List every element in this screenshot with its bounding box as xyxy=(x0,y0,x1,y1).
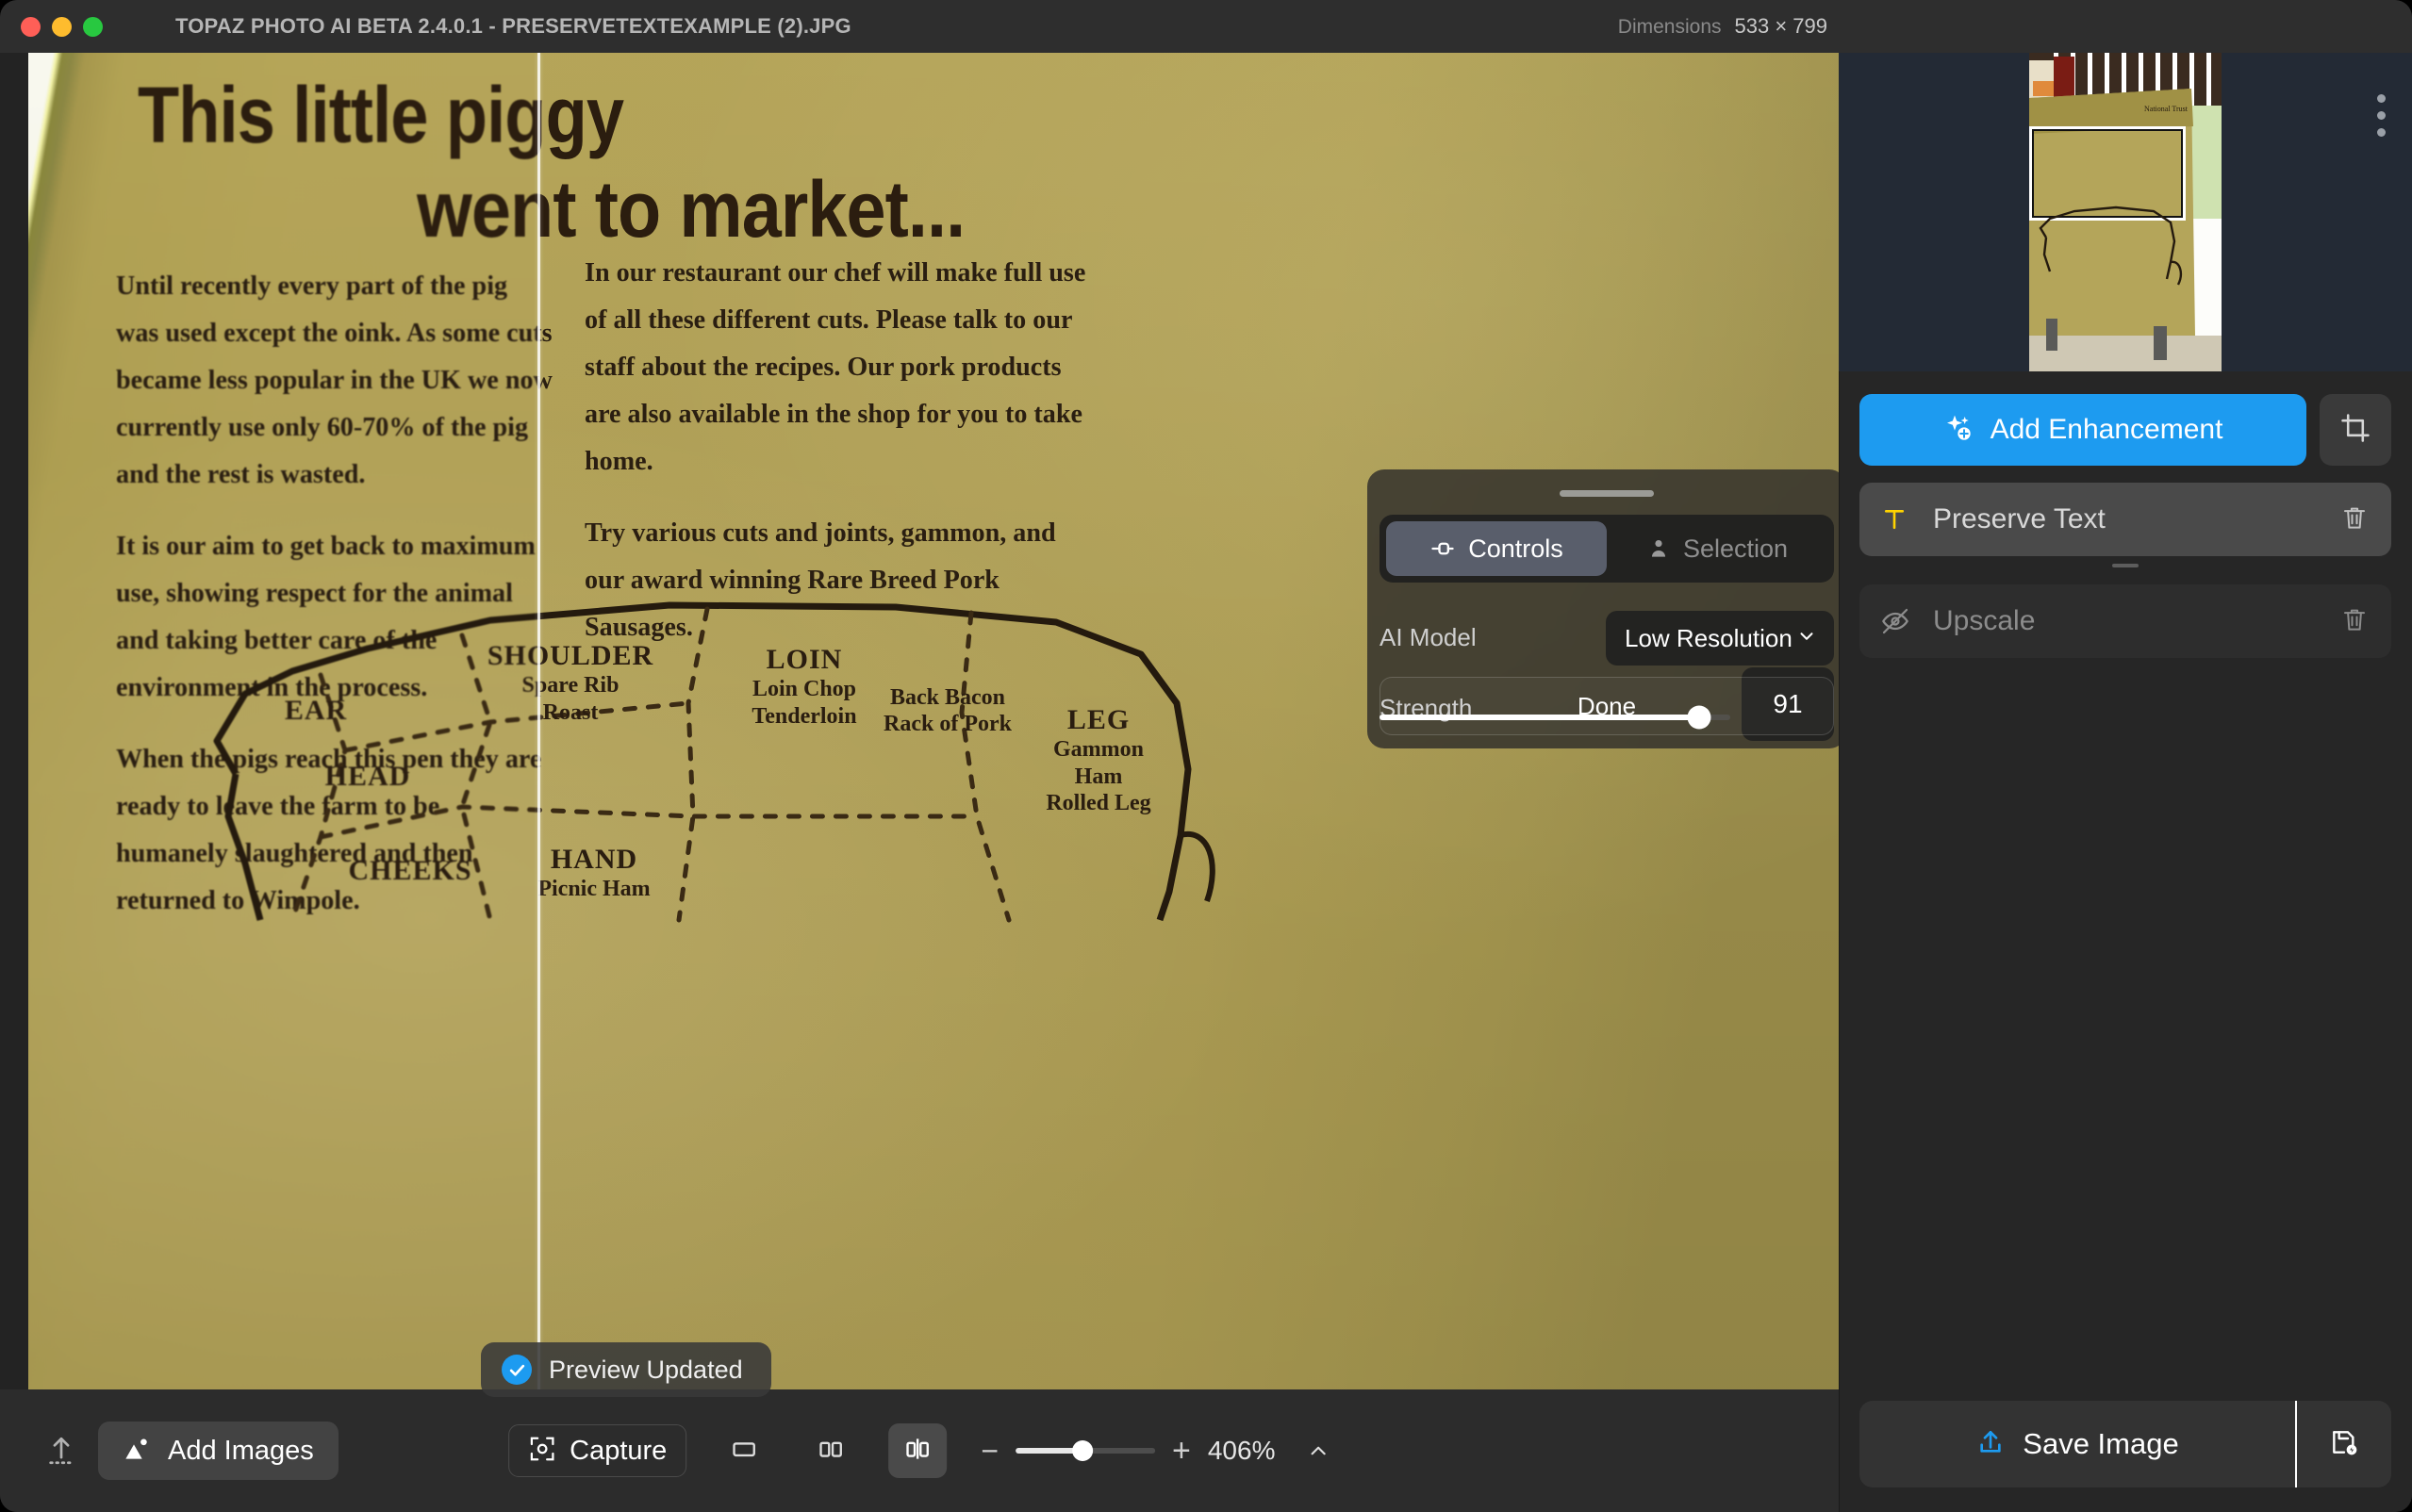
title-bar: TOPAZ PHOTO AI BETA 2.4.0.1 - PRESERVETE… xyxy=(0,0,2412,53)
enhancement-item-upscale[interactable]: Upscale xyxy=(1859,584,2391,658)
save-area: Save Image xyxy=(1839,1401,2412,1512)
upload-box-icon xyxy=(1975,1427,2006,1462)
zoom-percentage: 406% xyxy=(1207,1436,1276,1465)
close-window-button[interactable] xyxy=(21,16,41,37)
maximize-window-button[interactable] xyxy=(83,16,103,37)
enhancement-label: Upscale xyxy=(1933,605,2036,636)
tab-controls[interactable]: Controls xyxy=(1386,521,1607,576)
double-pane-icon xyxy=(817,1435,845,1468)
thumbnail-preview-area: National Trust xyxy=(1839,53,2412,371)
svg-text:National Trust: National Trust xyxy=(2144,105,2189,113)
enhancement-reorder-handle[interactable] xyxy=(2112,564,2139,567)
toolbar-center-group: Capture − + 406% xyxy=(508,1423,1330,1478)
toolbar-left-group: Add Images xyxy=(0,1422,339,1480)
enhancement-item-preserve-text[interactable]: Preserve Text xyxy=(1859,483,2391,556)
single-pane-icon xyxy=(730,1435,758,1468)
panel-drag-handle[interactable] xyxy=(1560,490,1654,497)
more-vertical-icon[interactable] xyxy=(2377,94,2386,137)
split-compare-icon xyxy=(903,1435,932,1468)
sparkle-plus-icon xyxy=(1943,413,1974,448)
zoom-control: − + 406% xyxy=(981,1435,1330,1467)
save-as-icon xyxy=(2329,1427,2359,1462)
view-mode-single[interactable] xyxy=(715,1423,773,1478)
view-mode-side-by-side[interactable] xyxy=(801,1423,860,1478)
chevron-up-icon[interactable] xyxy=(1306,1438,1330,1463)
person-selection-icon xyxy=(1646,536,1671,561)
trash-icon[interactable] xyxy=(2340,605,2369,638)
panel-tab-bar: Controls Selection xyxy=(1379,515,1834,583)
diagram-label-shoulder: SHOULDER Spare Rib Roast xyxy=(487,640,654,725)
topaz-photo-ai-window: TOPAZ PHOTO AI BETA 2.4.0.1 - PRESERVETE… xyxy=(0,0,2412,1512)
thumbnail-image: National Trust xyxy=(2029,53,2222,371)
enhancement-actions-row: Add Enhancement xyxy=(1859,394,2391,466)
toast-message: Preview Updated xyxy=(549,1355,743,1384)
text-t-icon xyxy=(1880,505,1922,534)
dimensions-readout: Dimensions 533 × 799 xyxy=(1618,14,1827,39)
crop-button[interactable] xyxy=(2320,394,2391,466)
add-images-label: Add Images xyxy=(168,1435,314,1466)
done-button[interactable]: Done xyxy=(1379,677,1834,735)
image-viewer[interactable]: This little piggy went to market... Unti… xyxy=(0,53,1839,1512)
window-title: TOPAZ PHOTO AI BETA 2.4.0.1 - PRESERVETE… xyxy=(175,14,851,38)
image-icon xyxy=(123,1434,153,1469)
diagram-label-hand: HAND Picnic Ham xyxy=(537,844,651,902)
crop-icon xyxy=(2339,412,2371,449)
sign-headline-1: This little piggy xyxy=(138,71,624,159)
zoom-out-button[interactable]: − xyxy=(981,1436,999,1466)
dimensions-label: Dimensions xyxy=(1617,16,1722,38)
eye-off-icon xyxy=(1880,606,1922,636)
diagram-label-leg: LEG Gammon Ham Rolled Leg xyxy=(1046,704,1151,816)
enhancements-area: Add Enhancement Preserve Text Upscale xyxy=(1839,371,2412,658)
preview-image[interactable]: This little piggy went to market... Unti… xyxy=(28,53,1839,1448)
panel-expand-arrow-icon[interactable] xyxy=(1835,503,1839,540)
preview-updated-toast: Preview Updated xyxy=(481,1342,771,1397)
ai-model-value: Low Resolution xyxy=(1625,623,1792,652)
window-traffic-lights xyxy=(0,16,103,37)
sign-photo-text: This little piggy went to market... Unti… xyxy=(28,53,1839,1448)
sign-paragraph: Until recently every part of the pig was… xyxy=(116,271,553,489)
zoom-in-button[interactable]: + xyxy=(1172,1435,1191,1467)
diagram-label-ear: EAR xyxy=(284,695,348,726)
bottom-toolbar: Add Images Capture − + 406% xyxy=(0,1389,1839,1512)
add-enhancement-button[interactable]: Add Enhancement xyxy=(1859,394,2306,466)
zoom-slider[interactable] xyxy=(1016,1440,1155,1461)
diagram-label-cheeks: CHEEKS xyxy=(348,855,472,886)
add-images-button[interactable]: Add Images xyxy=(98,1422,339,1480)
zoom-slider-knob[interactable] xyxy=(1072,1440,1094,1461)
dimensions-value: 533 × 799 xyxy=(1734,14,1827,38)
enhancement-label: Preserve Text xyxy=(1933,503,2106,534)
right-sidebar: National Trust Add Enhancement Preserve … xyxy=(1839,53,2412,1512)
sign-headline-2: went to market... xyxy=(417,165,966,254)
tab-selection[interactable]: Selection xyxy=(1607,521,1827,576)
upload-arrow-icon[interactable] xyxy=(45,1432,77,1470)
capture-button[interactable]: Capture xyxy=(508,1424,687,1477)
check-circle-icon xyxy=(502,1355,532,1385)
capture-label: Capture xyxy=(570,1435,668,1466)
ai-model-label: AI Model xyxy=(1379,622,1477,651)
tab-selection-label: Selection xyxy=(1682,534,1789,563)
camera-frame-icon xyxy=(528,1435,556,1468)
save-image-label: Save Image xyxy=(2023,1427,2179,1460)
trash-icon[interactable] xyxy=(2340,503,2369,536)
chevron-down-icon xyxy=(1796,626,1817,651)
sign-paragraph: In our restaurant our chef will make ful… xyxy=(585,257,1086,476)
diagram-label-head: HEAD xyxy=(324,761,411,792)
tune-icon xyxy=(1429,535,1456,562)
save-options-button[interactable] xyxy=(2297,1401,2391,1487)
view-mode-split-compare[interactable] xyxy=(888,1423,948,1478)
pig-butchery-diagram: EAR HEAD CHEEKS SHOULDER Spare Rib Roast xyxy=(179,581,1273,923)
source-thumbnail[interactable]: National Trust xyxy=(2029,53,2222,371)
minimize-window-button[interactable] xyxy=(52,16,72,37)
save-row: Save Image xyxy=(1859,1401,2391,1487)
ai-model-row: AI Model Low Resolution xyxy=(1379,611,1834,666)
app-body: This little piggy went to market... Unti… xyxy=(0,53,2412,1512)
ai-model-select[interactable]: Low Resolution xyxy=(1606,611,1834,666)
enhancement-controls-panel[interactable]: Controls Selection AI Model Low Resoluti… xyxy=(1367,469,1839,748)
tab-controls-label: Controls xyxy=(1468,534,1563,563)
add-enhancement-label: Add Enhancement xyxy=(1990,414,2223,445)
save-image-button[interactable]: Save Image xyxy=(1859,1401,2297,1487)
